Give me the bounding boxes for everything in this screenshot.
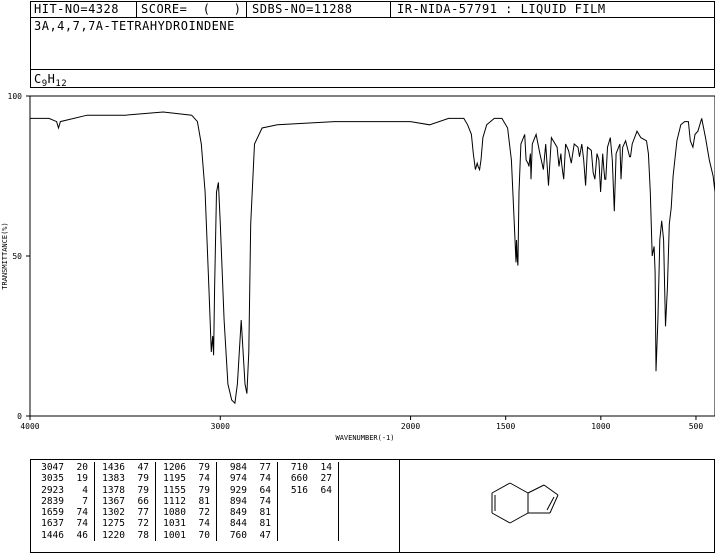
- peak-transmittance: 72: [127, 518, 156, 530]
- peak-wavenumber: 1383: [102, 473, 125, 485]
- peak-wavenumber: 3047: [41, 462, 64, 473]
- peak-wavenumber: 660: [290, 473, 308, 485]
- peak-row: 3047 20 1436 47 1206 79 984 77 710 14: [34, 462, 339, 474]
- peak-transmittance: 78: [127, 529, 156, 542]
- peak-transmittance: 64: [249, 484, 278, 496]
- peak-transmittance: 79: [127, 473, 156, 485]
- peak-transmittance: 14: [310, 462, 339, 474]
- y-axis-label: TRANSMITTANCE(%): [1, 222, 9, 289]
- peak-transmittance: 81: [249, 507, 278, 519]
- peak-row: 3035 19 1383 79 1195 74 974 74 660 27: [34, 473, 339, 485]
- peak-transmittance: 74: [188, 518, 217, 530]
- peak-transmittance: 74: [249, 473, 278, 485]
- peak-wavenumber: 710: [290, 462, 308, 473]
- peak-transmittance: 77: [127, 507, 156, 519]
- peak-transmittance: 47: [249, 529, 278, 542]
- peak-transmittance: 64: [310, 484, 339, 496]
- peak-transmittance: 72: [188, 507, 217, 519]
- peak-wavenumber: 1446: [41, 529, 64, 541]
- x-tick-label: 4000: [20, 422, 39, 431]
- x-tick-label: 1500: [496, 422, 515, 431]
- spectrum-line: [30, 111, 715, 405]
- peak-wavenumber: 1031: [163, 518, 186, 530]
- y-axis: 0 50 100: [8, 92, 30, 421]
- x-tick-label: 3000: [211, 422, 230, 431]
- peak-transmittance: 74: [66, 507, 95, 519]
- plot-frame: [29, 95, 715, 417]
- x-tick-label: 2000: [401, 422, 420, 431]
- peak-wavenumber: 1367: [102, 495, 125, 507]
- peak-transmittance: [310, 529, 339, 542]
- peak-transmittance: [310, 507, 339, 519]
- tetrahydroindene-structure-icon: [491, 482, 559, 524]
- peak-wavenumber: 1637: [41, 518, 64, 530]
- peak-wavenumber: 974: [229, 473, 247, 485]
- x-tick-label: 500: [689, 422, 704, 431]
- peak-transmittance: [310, 495, 339, 508]
- x-tick-label: 1000: [591, 422, 610, 431]
- peak-wavenumber: 2923: [41, 484, 64, 496]
- peak-transmittance: [310, 518, 339, 530]
- peak-wavenumber: [278, 507, 311, 518]
- peak-transmittance: 46: [66, 529, 95, 542]
- structure-box-divider: [399, 459, 400, 553]
- peak-table: 3047 20 1436 47 1206 79 984 77 710 14 3035 19 1383 79…: [34, 462, 339, 542]
- peak-wavenumber: 1378: [102, 484, 125, 496]
- peak-transmittance: 79: [188, 484, 217, 496]
- peak-transmittance: 81: [188, 495, 217, 508]
- peak-wavenumber: 849: [229, 507, 247, 519]
- peak-wavenumber: 1195: [163, 473, 186, 485]
- peak-wavenumber: 1436: [102, 462, 125, 473]
- peak-wavenumber: 760: [229, 529, 247, 541]
- peak-transmittance: 74: [188, 473, 217, 485]
- peak-wavenumber: 929: [229, 484, 247, 496]
- peak-transmittance: 79: [127, 484, 156, 496]
- peak-wavenumber: 1080: [163, 507, 186, 519]
- y-tick-label: 50: [12, 252, 22, 261]
- peak-row: 1637 74 1275 72 1031 74 844 81: [34, 518, 339, 530]
- peak-transmittance: 70: [188, 529, 217, 542]
- peak-wavenumber: 1275: [102, 518, 125, 530]
- peak-wavenumber: [278, 496, 311, 507]
- peak-wavenumber: 844: [229, 518, 247, 530]
- peak-transmittance: 74: [66, 518, 95, 530]
- x-axis: 4000 3000 2000 1500 1000 500: [20, 416, 703, 431]
- peak-wavenumber: 3035: [41, 473, 64, 485]
- peak-wavenumber: 516: [290, 484, 308, 496]
- peak-transmittance: 74: [249, 495, 278, 508]
- spectrum-series: [30, 111, 715, 405]
- peak-transmittance: 20: [66, 462, 95, 474]
- peak-row: 1446 46 1220 78 1001 70 760 47: [34, 529, 339, 542]
- peak-row: 2839 7 1367 66 1112 81 894 74: [34, 495, 339, 508]
- peak-wavenumber: 1155: [163, 484, 186, 496]
- peak-transmittance: 19: [66, 473, 95, 485]
- peak-transmittance: 7: [66, 495, 95, 508]
- peak-wavenumber: 894: [229, 495, 247, 507]
- peak-wavenumber: 1220: [102, 529, 125, 541]
- ir-spectrum-chart: 4000 3000 2000 1500 1000 500 0 50 100 WAVENUMBE…: [1, 92, 715, 442]
- peak-transmittance: 81: [249, 518, 278, 530]
- peak-wavenumber: 1112: [163, 495, 186, 507]
- peak-transmittance: 27: [310, 473, 339, 485]
- peak-row: 2923 4 1378 79 1155 79 929 64 516 64: [34, 484, 339, 496]
- peak-transmittance: 66: [127, 495, 156, 508]
- y-tick-label: 0: [17, 412, 22, 421]
- peak-wavenumber: [278, 518, 311, 529]
- peak-transmittance: 79: [188, 462, 217, 474]
- peak-transmittance: 4: [66, 484, 95, 496]
- peak-transmittance: 47: [127, 462, 156, 474]
- y-tick-label: 100: [8, 92, 23, 101]
- peak-wavenumber: 1206: [163, 462, 186, 473]
- peak-wavenumber: 2839: [41, 495, 64, 507]
- peak-wavenumber: [278, 530, 311, 541]
- peak-transmittance: 77: [249, 462, 278, 474]
- peak-wavenumber: 984: [229, 462, 247, 473]
- peak-wavenumber: 1001: [163, 529, 186, 541]
- peak-wavenumber: 1659: [41, 507, 64, 519]
- x-axis-label: WAVENUMBER(-1): [335, 434, 394, 442]
- structure-drawing: [491, 482, 559, 524]
- peak-row: 1659 74 1302 77 1080 72 849 81: [34, 507, 339, 519]
- peak-wavenumber: 1302: [102, 507, 125, 519]
